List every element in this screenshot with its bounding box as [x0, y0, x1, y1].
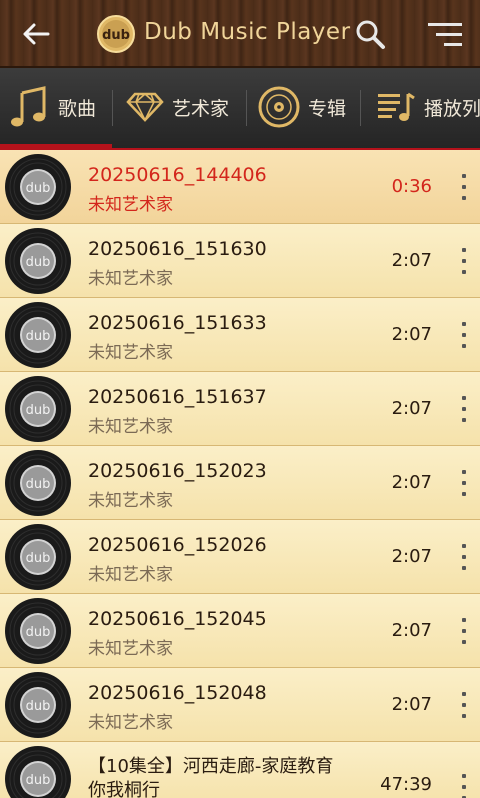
song-list[interactable]: dub 20250616_144406 未知艺术家 0:36 dub 20250…: [0, 150, 480, 798]
playlist-icon: [378, 92, 415, 121]
song-artist: 未知艺术家: [88, 269, 173, 289]
song-row[interactable]: dub 20250616_151630 未知艺术家 2:07: [0, 224, 480, 298]
song-artist: 未知艺术家: [88, 343, 173, 363]
song-duration: 2:07: [391, 546, 432, 567]
song-row[interactable]: dub 20250616_152026 未知艺术家 2:07: [0, 520, 480, 594]
more-options-icon[interactable]: [456, 540, 472, 574]
song-row[interactable]: dub 【10集全】河西走廊-家庭教育 你我桐行 47:39: [0, 742, 480, 798]
disc-icon: [258, 86, 300, 128]
disc-label: dub: [26, 773, 51, 788]
more-options-icon[interactable]: [456, 170, 472, 204]
disc-label: dub: [26, 551, 51, 566]
song-artist: 未知艺术家: [88, 195, 173, 215]
tab-playlists[interactable]: 播放列: [376, 68, 480, 146]
disc-icon: dub: [4, 449, 72, 517]
app-logo: dub: [96, 14, 136, 54]
menu-icon: [428, 23, 462, 46]
logo-text: dub: [102, 28, 130, 43]
tab-artists[interactable]: 艺术家: [126, 68, 229, 146]
more-options-icon[interactable]: [456, 770, 472, 798]
back-button[interactable]: [14, 16, 58, 52]
song-duration: 2:07: [391, 472, 432, 493]
song-title: 20250616_152023: [88, 460, 267, 482]
more-options-icon[interactable]: [456, 614, 472, 648]
song-duration: 2:07: [391, 620, 432, 641]
song-title: 20250616_152026: [88, 534, 267, 556]
tab-divider: [246, 90, 247, 126]
more-options-icon[interactable]: [456, 688, 472, 722]
song-duration: 2:07: [391, 324, 432, 345]
song-duration: 2:07: [391, 250, 432, 271]
disc-icon: dub: [4, 375, 72, 443]
tab-albums-label: 专辑: [308, 97, 347, 120]
disc-label: dub: [26, 699, 51, 714]
disc-icon: dub: [4, 745, 72, 798]
tab-divider: [112, 90, 113, 126]
song-row[interactable]: dub 20250616_144406 未知艺术家 0:36: [0, 150, 480, 224]
song-duration: 2:07: [391, 694, 432, 715]
disc-label: dub: [26, 329, 51, 344]
song-row[interactable]: dub 20250616_151633 未知艺术家 2:07: [0, 298, 480, 372]
song-duration: 2:07: [391, 398, 432, 419]
tab-albums[interactable]: 专辑: [258, 68, 346, 146]
app-title: Dub Music Player: [144, 19, 351, 45]
song-title: 【10集全】河西走廊-家庭教育: [88, 756, 334, 777]
diamond-icon: [126, 92, 164, 122]
disc-icon: dub: [4, 523, 72, 591]
more-options-icon[interactable]: [456, 244, 472, 278]
disc-icon: dub: [4, 671, 72, 739]
search-icon: [356, 20, 385, 49]
more-options-icon[interactable]: [456, 466, 472, 500]
tab-artists-label: 艺术家: [172, 97, 230, 120]
arrow-left-icon: [23, 23, 50, 45]
disc-icon: dub: [4, 153, 72, 221]
song-row[interactable]: dub 20250616_151637 未知艺术家 2:07: [0, 372, 480, 446]
tab-songs-label: 歌曲: [58, 97, 97, 120]
disc-label: dub: [26, 477, 51, 492]
song-title: 20250616_151637: [88, 386, 267, 408]
tab-divider: [360, 90, 361, 126]
song-artist: 未知艺术家: [88, 417, 173, 437]
song-duration: 47:39: [380, 774, 432, 795]
disc-label: dub: [26, 255, 51, 270]
tab-bar: 歌曲 艺术家 专辑 播放列: [0, 68, 480, 150]
disc-icon: dub: [4, 227, 72, 295]
song-title: 20250616_144406: [88, 164, 267, 186]
more-options-icon[interactable]: [456, 318, 472, 352]
song-artist: 你我桐行: [88, 780, 160, 798]
song-title: 20250616_151633: [88, 312, 267, 334]
song-title: 20250616_152048: [88, 682, 267, 704]
tab-playlists-label: 播放列: [424, 97, 480, 120]
more-options-icon[interactable]: [456, 392, 472, 426]
song-row[interactable]: dub 20250616_152023 未知艺术家 2:07: [0, 446, 480, 520]
song-row[interactable]: dub 20250616_152045 未知艺术家 2:07: [0, 594, 480, 668]
song-title: 20250616_152045: [88, 608, 267, 630]
song-artist: 未知艺术家: [88, 713, 173, 733]
disc-label: dub: [26, 403, 51, 418]
song-duration: 0:36: [391, 176, 432, 197]
disc-label: dub: [26, 625, 51, 640]
app-header: dub Dub Music Player: [0, 0, 480, 68]
search-button[interactable]: [350, 16, 390, 52]
tab-songs[interactable]: 歌曲: [10, 68, 96, 146]
song-artist: 未知艺术家: [88, 491, 173, 511]
song-title: 20250616_151630: [88, 238, 267, 260]
song-artist: 未知艺术家: [88, 639, 173, 659]
music-note-icon: [11, 86, 46, 127]
disc-icon: dub: [4, 301, 72, 369]
song-row[interactable]: dub 20250616_152048 未知艺术家 2:07: [0, 668, 480, 742]
disc-icon: dub: [4, 597, 72, 665]
menu-button[interactable]: [424, 18, 466, 52]
song-artist: 未知艺术家: [88, 565, 173, 585]
disc-label: dub: [26, 181, 51, 196]
